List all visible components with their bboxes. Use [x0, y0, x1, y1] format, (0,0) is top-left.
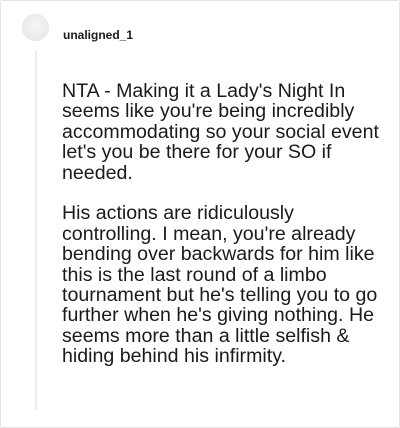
avatar[interactable]: [22, 14, 49, 41]
thread-line[interactable]: [35, 51, 37, 410]
username[interactable]: unaligned_1: [63, 28, 133, 42]
comment-paragraph: NTA - Making it a Lady's Night In seems …: [62, 80, 379, 184]
comment-body: NTA - Making it a Lady's Night In seems …: [62, 81, 380, 387]
comment-card: unaligned_1 NTA - Making it a Lady's Nig…: [0, 0, 400, 428]
comment-paragraph: His actions are ridiculously controlling…: [62, 202, 378, 368]
